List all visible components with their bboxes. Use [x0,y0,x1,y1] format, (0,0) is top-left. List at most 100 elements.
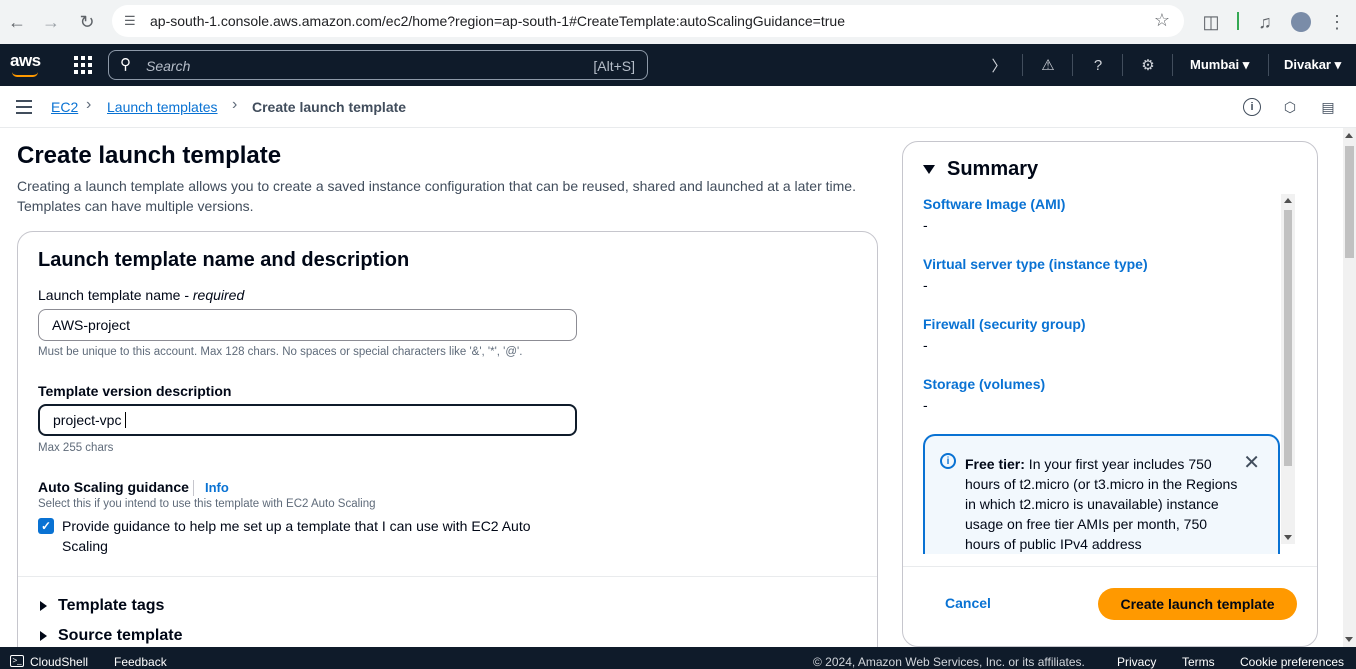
cookie-preferences-link[interactable]: Cookie preferences [1240,655,1344,669]
page-title: Create launch template [17,142,282,169]
summary-toggle[interactable]: Summary [923,158,1038,181]
menu-hamburger-icon[interactable] [16,100,32,114]
create-launch-template-button[interactable]: Create launch template [1098,588,1297,620]
free-tier-label: Free tier: [965,456,1025,472]
breadcrumb-launch-templates[interactable]: Launch templates [107,99,218,115]
scroll-up-icon[interactable] [1345,133,1353,138]
summary-ami-link[interactable]: Software Image (AMI) [923,196,1065,212]
notifications-bell-icon[interactable]: ⚠ [1037,54,1059,76]
breadcrumb-ec2[interactable]: EC2 [51,99,78,115]
search-icon: ⚲ [120,56,131,73]
version-description-hint: Max 255 chars [38,442,114,454]
caret-right-icon [40,601,47,611]
feedback-link[interactable]: Feedback [114,655,167,669]
forward-icon[interactable]: → [36,7,66,37]
aws-top-nav: aws ⚲ Search [Alt+S] 〉 ⚠ ? ⚙ Mumbai ▾ Di… [0,44,1356,86]
divider [193,480,194,496]
cloudshell-link[interactable]: CloudShell [30,655,88,669]
browser-toolbar: ← → ↻ ☰ ap-south-1.console.aws.amazon.co… [0,0,1356,44]
chevron-down-icon: ▾ [1242,57,1250,72]
template-name-value: AWS-project [52,317,131,333]
cloudshell-icon[interactable]: >_ [10,655,24,667]
bookmark-star-icon[interactable]: ☆ [1154,10,1170,31]
summary-firewall-value: - [923,337,928,353]
source-template-label: Source template [58,627,183,644]
text-caret [125,412,127,428]
version-description-value: project-vpc [53,412,122,428]
reload-icon[interactable]: ↻ [72,7,102,37]
extensions-icon[interactable]: ◫ [1196,7,1226,37]
media-icon[interactable]: ♫ [1250,7,1280,37]
search-input[interactable]: ⚲ Search [Alt+S] [108,50,648,80]
divider [1237,12,1239,30]
summary-instance-type-link[interactable]: Virtual server type (instance type) [923,256,1148,272]
close-icon[interactable]: ✕ [1243,450,1260,475]
autoscaling-hint: Select this if you intend to use this te… [38,498,376,510]
divider [1022,54,1023,76]
caret-down-icon [923,165,935,174]
template-name-label: Launch template name - required [38,287,244,303]
summary-panel: Summary Software Image (AMI) - Virtual s… [902,141,1318,647]
region-label: Mumbai [1190,57,1240,72]
url-text: ap-south-1.console.aws.amazon.com/ec2/ho… [150,13,845,29]
summary-storage-link[interactable]: Storage (volumes) [923,376,1045,392]
autoscaling-checkbox[interactable]: ✓ [38,518,54,534]
search-placeholder: Search [146,58,191,74]
source-template-expander[interactable]: Source template [40,627,182,645]
required-marker: required [192,287,245,303]
cloudshell-icon[interactable]: 〉 [988,54,1010,76]
summary-scroll-thumb[interactable] [1284,210,1292,466]
template-tags-label: Template tags [58,597,165,614]
terms-link[interactable]: Terms [1182,655,1215,669]
back-icon[interactable]: ← [2,7,32,37]
free-tier-text: Free tier: In your first year includes 7… [965,454,1245,554]
cancel-button[interactable]: Cancel [945,595,991,611]
help-icon[interactable]: ? [1087,54,1109,76]
divider [1072,54,1073,76]
address-bar[interactable]: ☰ ap-south-1.console.aws.amazon.com/ec2/… [112,5,1184,37]
chevron-down-icon: ▾ [1334,57,1342,72]
version-description-label: Template version description [38,383,232,399]
template-tags-expander[interactable]: Template tags [40,597,164,615]
scroll-up-icon[interactable] [1284,198,1292,203]
divider [18,576,877,577]
page-scroll-thumb[interactable] [1345,146,1354,258]
summary-ami-value: - [923,217,928,233]
page-description: Creating a launch template allows you to… [17,178,856,214]
autoscaling-info-link[interactable]: Info [205,480,229,495]
account-menu[interactable]: Divakar ▾ [1284,57,1341,73]
feedback-panel-icon[interactable]: ▤ [1319,98,1337,116]
menu-dots-icon[interactable]: ⋮ [1322,7,1352,37]
summary-firewall-link[interactable]: Firewall (security group) [923,316,1086,332]
info-panel-icon[interactable]: i [1243,98,1261,116]
version-description-input[interactable]: project-vpc [38,404,577,436]
profile-avatar[interactable] [1291,12,1311,32]
divider [1172,54,1173,76]
privacy-link[interactable]: Privacy [1117,655,1156,669]
region-selector[interactable]: Mumbai ▾ [1190,57,1249,73]
template-name-input[interactable]: AWS-project [38,309,577,341]
account-name: Divakar [1284,57,1331,72]
breadcrumb-bar: EC2 › Launch templates › Create launch t… [0,86,1356,128]
copyright-text: © 2024, Amazon Web Services, Inc. or its… [813,655,1085,669]
aws-logo-smile [12,72,38,77]
page-scrollbar[interactable] [1343,128,1356,647]
tools-icon[interactable]: ⬡ [1281,98,1299,116]
caret-right-icon [40,631,47,641]
autoscaling-checkbox-label[interactable]: Provide guidance to help me set up a tem… [62,516,562,556]
aws-logo[interactable]: aws [10,51,41,71]
name-description-panel: Launch template name and description Lau… [17,231,878,669]
chevron-right-icon: › [232,96,238,113]
services-grid-icon[interactable] [74,56,92,74]
divider [903,566,1317,567]
console-footer: >_ CloudShell Feedback © 2024, Amazon We… [0,647,1356,669]
settings-gear-icon[interactable]: ⚙ [1137,54,1159,76]
summary-instance-type-value: - [923,277,928,293]
scroll-down-icon[interactable] [1345,637,1353,642]
site-info-icon[interactable]: ☰ [124,13,136,29]
scroll-down-icon[interactable] [1284,535,1292,540]
summary-scrollbar[interactable] [1281,194,1295,544]
chevron-right-icon: › [86,96,92,113]
summary-title: Summary [947,158,1039,180]
info-icon: i [940,453,956,469]
